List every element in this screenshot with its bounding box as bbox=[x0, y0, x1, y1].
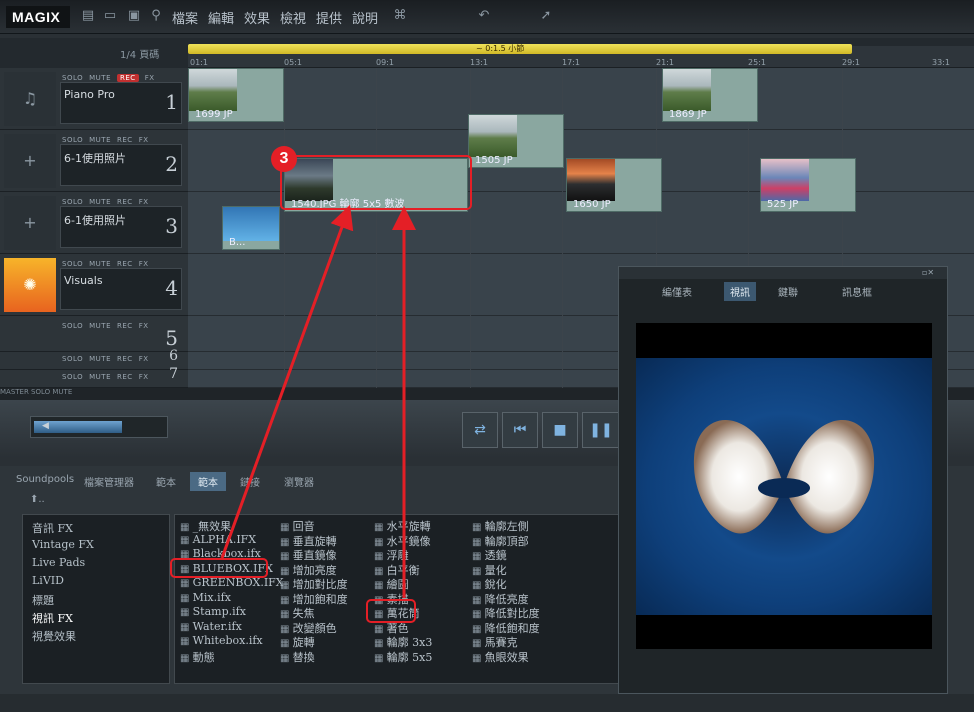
magix-app-window: MAGIX ▤ ▭ ▣ ⚲ 檔案 編輯 效果 檢視 提供 說明 ⌘ ↶ ➚ 1/… bbox=[0, 0, 974, 712]
annotation-arrows bbox=[220, 204, 416, 598]
status-bar bbox=[0, 694, 974, 712]
